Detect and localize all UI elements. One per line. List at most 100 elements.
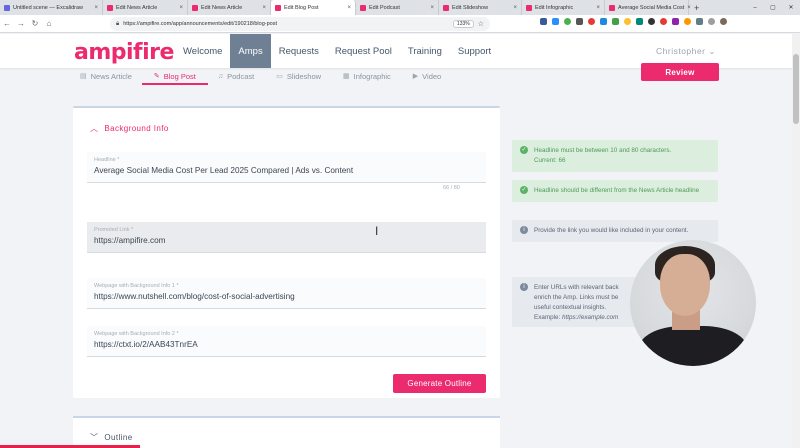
outline-toggle[interactable]: ﹀ Outline bbox=[90, 432, 133, 443]
profile-avatar-icon[interactable] bbox=[720, 18, 727, 25]
webpage-2-label: Webpage with Background Info 2 * bbox=[94, 331, 179, 337]
outline-title: Outline bbox=[104, 433, 133, 442]
ampifire-favicon-icon bbox=[443, 4, 449, 11]
chevron-up-icon: ︿ bbox=[90, 124, 99, 133]
browser-tab[interactable]: Edit Podcast × bbox=[356, 0, 439, 15]
tab-blog-post[interactable]: ✎ Blog Post bbox=[141, 68, 208, 85]
extension-icon[interactable] bbox=[600, 18, 607, 25]
tab-infographic[interactable]: ▦ Infographic bbox=[343, 68, 403, 84]
extension-icon[interactable] bbox=[660, 18, 667, 25]
close-icon[interactable]: × bbox=[684, 5, 691, 11]
browser-tab[interactable]: Edit Slideshow × bbox=[439, 0, 522, 15]
nav-training[interactable]: Training bbox=[400, 34, 450, 68]
nav-welcome[interactable]: Welcome bbox=[175, 34, 230, 68]
browser-tab[interactable]: Edit News Article × bbox=[188, 0, 271, 15]
nav-requests[interactable]: Requests bbox=[271, 34, 327, 68]
extension-icon[interactable] bbox=[564, 18, 571, 25]
forward-icon[interactable]: → bbox=[14, 19, 28, 28]
main-nav: Welcome Amps Requests Request Pool Train… bbox=[175, 34, 499, 68]
promoted-link-field: Promoted Link * https://ampifire.com bbox=[87, 222, 486, 253]
close-icon[interactable]: × bbox=[344, 5, 351, 11]
review-button[interactable]: Review bbox=[641, 63, 719, 81]
chevron-down-icon: ⌄ bbox=[708, 46, 716, 56]
headline-field[interactable]: Headline * Average Social Media Cost Per… bbox=[87, 152, 486, 183]
url-input[interactable]: 🔒︎ https://ampifire.com/app/announcement… bbox=[110, 17, 490, 31]
webpage-1-value[interactable]: https://www.nutshell.com/blog/cost-of-so… bbox=[94, 292, 479, 301]
ampifire-favicon-icon bbox=[192, 4, 198, 11]
extension-icon[interactable] bbox=[552, 18, 559, 25]
ampifire-favicon-icon bbox=[360, 4, 366, 11]
headline-char-counter: 66 / 80 bbox=[443, 185, 460, 191]
close-icon[interactable]: × bbox=[176, 5, 183, 11]
close-icon[interactable]: × bbox=[510, 5, 517, 11]
browser-tab[interactable]: Edit News Article × bbox=[103, 0, 188, 15]
browser-address-bar: ← → ↻ ⌂ 🔒︎ https://ampifire.com/app/anno… bbox=[0, 15, 800, 33]
ampifire-favicon-icon bbox=[107, 4, 113, 11]
background-info-toggle[interactable]: ︿ Background Info bbox=[90, 123, 169, 134]
close-icon[interactable]: × bbox=[91, 5, 98, 11]
extension-icon[interactable] bbox=[684, 18, 691, 25]
close-icon[interactable]: × bbox=[593, 5, 600, 11]
extension-icon[interactable] bbox=[540, 18, 547, 25]
headline-value[interactable]: Average Social Media Cost Per Lead 2025 … bbox=[94, 166, 479, 175]
headline-label: Headline * bbox=[94, 157, 120, 163]
extension-icon[interactable] bbox=[648, 18, 655, 25]
webpage-1-field[interactable]: Webpage with Background Info 1 * https:/… bbox=[87, 278, 486, 309]
extension-icon[interactable] bbox=[672, 18, 679, 25]
ampifire-favicon-icon bbox=[275, 4, 281, 11]
maximize-icon[interactable]: ▢ bbox=[764, 4, 782, 11]
ampifire-logo[interactable]: ampifire bbox=[74, 40, 174, 65]
tab-news-article[interactable]: ▤ News Article bbox=[80, 68, 144, 84]
webpage-2-value[interactable]: https://ctxt.io/2/AAB43TnrEA bbox=[94, 340, 479, 349]
browser-tab-active[interactable]: Edit Blog Post × bbox=[271, 0, 356, 15]
tab-podcast[interactable]: ♫ Podcast bbox=[218, 68, 266, 84]
promoted-link-label: Promoted Link * bbox=[94, 227, 134, 233]
close-icon[interactable]: × bbox=[259, 5, 266, 11]
tab-video[interactable]: ▶ Video bbox=[413, 68, 453, 84]
ampifire-favicon-icon bbox=[609, 4, 615, 11]
zoom-badge[interactable]: 133% bbox=[452, 20, 474, 28]
promoted-link-hint: i Provide the link you would like includ… bbox=[512, 220, 718, 243]
nav-request-pool[interactable]: Request Pool bbox=[327, 34, 400, 68]
new-tab-icon[interactable]: + bbox=[689, 3, 704, 13]
background-info-card: ︿ Background Info Headline * Average Soc… bbox=[73, 106, 500, 398]
extension-icon[interactable] bbox=[696, 18, 703, 25]
browser-tab[interactable]: Average Social Media Cost × bbox=[605, 0, 691, 15]
check-circle-icon: ✓ bbox=[520, 146, 528, 154]
reload-icon[interactable]: ↻ bbox=[28, 19, 42, 28]
browser-tab-strip: Untitled scene — Excalidraw × Edit News A… bbox=[0, 0, 800, 15]
scrollbar-thumb[interactable] bbox=[793, 54, 799, 124]
extension-icon[interactable] bbox=[612, 18, 619, 25]
url-text: https://ampifire.com/app/announcements/e… bbox=[123, 21, 277, 27]
extension-icon[interactable] bbox=[636, 18, 643, 25]
presenter-body bbox=[638, 326, 748, 366]
close-window-icon[interactable]: ✕ bbox=[782, 4, 800, 11]
info-icon: i bbox=[520, 226, 528, 234]
browser-tab[interactable]: Untitled scene — Excalidraw × bbox=[0, 0, 103, 15]
nav-support[interactable]: Support bbox=[450, 34, 499, 68]
extension-icon[interactable] bbox=[708, 18, 715, 25]
generate-outline-button[interactable]: Generate Outline bbox=[393, 374, 486, 393]
webpage-2-field[interactable]: Webpage with Background Info 2 * https:/… bbox=[87, 326, 486, 357]
bookmark-star-icon[interactable]: ☆ bbox=[478, 20, 484, 28]
minimize-icon[interactable]: – bbox=[746, 5, 764, 11]
back-icon[interactable]: ← bbox=[0, 19, 14, 28]
nav-amps[interactable]: Amps bbox=[230, 34, 271, 68]
user-menu[interactable]: Christopher ⌄ bbox=[656, 46, 716, 57]
page-scrollbar[interactable] bbox=[792, 34, 800, 448]
headline-unique-hint: ✓ Headline should be different from the … bbox=[512, 180, 718, 203]
browser-tab[interactable]: Edit Infographic × bbox=[522, 0, 605, 15]
tab-slideshow[interactable]: ▭ Slideshow bbox=[276, 68, 333, 84]
close-icon[interactable]: × bbox=[427, 5, 434, 11]
extension-icon[interactable] bbox=[624, 18, 631, 25]
section-title: Background Info bbox=[104, 124, 169, 133]
home-icon[interactable]: ⌂ bbox=[42, 19, 56, 28]
video-icon: ▶ bbox=[412, 73, 419, 80]
extension-icon[interactable] bbox=[588, 18, 595, 25]
chevron-down-icon: ﹀ bbox=[90, 433, 99, 442]
user-name: Christopher bbox=[656, 46, 706, 56]
slideshow-icon: ▭ bbox=[276, 73, 283, 80]
webcam-overlay bbox=[630, 240, 756, 366]
blog-post-icon: ✎ bbox=[153, 73, 160, 80]
extension-icon[interactable] bbox=[576, 18, 583, 25]
